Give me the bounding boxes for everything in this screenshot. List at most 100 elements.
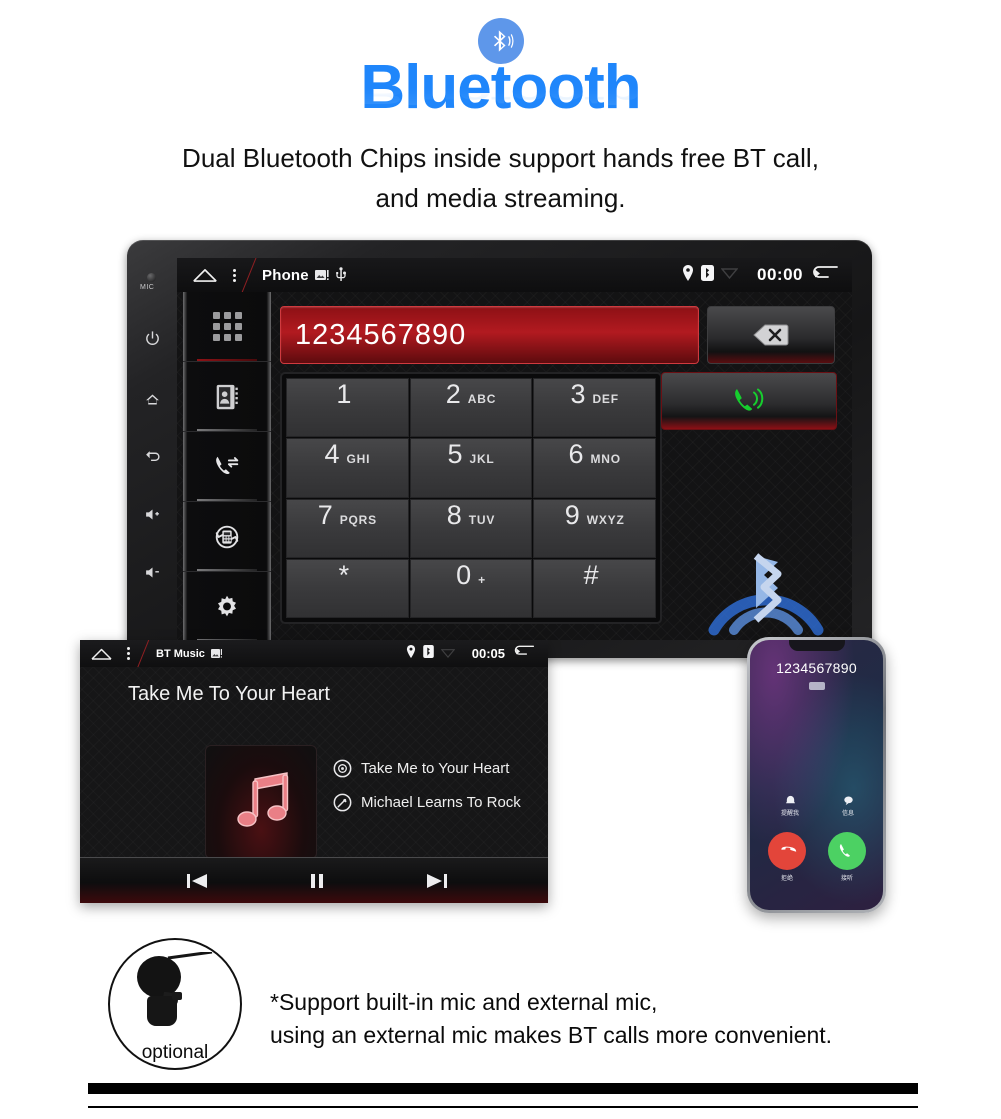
- incoming-caller-number: 1234567890: [776, 660, 857, 676]
- key-digit: 7: [317, 499, 333, 530]
- next-icon: [427, 873, 447, 888]
- title-divider: [134, 640, 154, 671]
- sidebar-item-call-log[interactable]: [183, 432, 271, 502]
- sidebar-item-keypad[interactable]: [183, 292, 271, 362]
- head-unit-screen: Phone 00:00 1234567890 1 2 ABC 3 DEF 4 G…: [177, 258, 852, 640]
- status-app-title: BT Music: [156, 647, 205, 660]
- keypad-key[interactable]: 1: [286, 378, 409, 438]
- key-letters: GHI: [346, 452, 371, 467]
- keypad-key[interactable]: 9 WXYZ: [533, 498, 656, 558]
- decline-call-label: 拒绝: [780, 876, 793, 882]
- key-digit: 6: [568, 439, 584, 470]
- dialer-number-bar: 1234567890: [280, 306, 835, 364]
- status-app-title: Phone: [262, 266, 309, 284]
- keypad-key[interactable]: *: [286, 558, 409, 618]
- call-transfer-icon: [216, 456, 239, 474]
- key-digit: #: [583, 559, 599, 590]
- keypad-key[interactable]: 3 DEF: [533, 378, 656, 438]
- phone-app-body: 1234567890 1 2 ABC 3 DEF 4 GHI 5 JKL 6 M…: [177, 292, 852, 640]
- keypad-key[interactable]: 4 GHI: [286, 438, 409, 498]
- message-option[interactable]: 信息: [828, 795, 868, 817]
- speaker-plus-icon: [145, 509, 159, 519]
- artist-icon: [333, 793, 352, 812]
- footer-note: *Support built-in mic and external mic, …: [270, 986, 832, 1052]
- overflow-menu-button[interactable]: [127, 647, 130, 660]
- status-back-button[interactable]: [512, 644, 536, 663]
- accept-call-button[interactable]: 接听: [828, 832, 866, 882]
- status-back-button[interactable]: [810, 264, 840, 287]
- bt-music-window: BT Music 00:05 Take Me To Your Heart Tak…: [80, 640, 548, 903]
- disc-icon: [333, 759, 352, 778]
- footer-note-line-1: *Support built-in mic and external mic,: [270, 989, 658, 1015]
- gear-icon: [218, 595, 236, 616]
- status-tray: 00:05: [406, 644, 548, 663]
- back-button[interactable]: [140, 445, 164, 469]
- wifi-icon: [440, 645, 456, 663]
- status-home-button[interactable]: [90, 647, 113, 661]
- location-pin-icon: [406, 644, 416, 663]
- home-icon: [193, 269, 217, 282]
- sidebar-item-contacts[interactable]: [183, 362, 271, 432]
- key-digit: 3: [570, 379, 586, 409]
- bluetooth-signal-watermark: [708, 553, 824, 636]
- key-digit: 2: [445, 379, 461, 409]
- remind-me-option[interactable]: 提醒我: [770, 795, 810, 817]
- overflow-menu-button[interactable]: [233, 268, 236, 282]
- album-art: [205, 745, 317, 859]
- image-icon: [314, 269, 329, 281]
- key-letters: +: [478, 572, 486, 587]
- keypad-key[interactable]: 8 TUV: [409, 498, 533, 558]
- caller-subtitle-placeholder: [808, 682, 825, 690]
- play-pause-button[interactable]: [280, 872, 354, 890]
- backspace-button[interactable]: [707, 306, 835, 364]
- message-icon: [843, 795, 854, 806]
- image-icon: [210, 648, 222, 659]
- status-bar: Phone 00:00: [177, 258, 852, 292]
- title-divider: [240, 258, 260, 292]
- volume-up-button[interactable]: [140, 502, 164, 526]
- status-clock: 00:05: [471, 646, 505, 661]
- home-button[interactable]: [140, 387, 164, 411]
- kebab-menu-icon: [127, 647, 130, 650]
- sidebar-item-sync[interactable]: [183, 502, 271, 572]
- sidebar-item-settings[interactable]: [183, 572, 271, 640]
- key-letters: ABC: [467, 392, 497, 406]
- wifi-icon: [720, 266, 739, 284]
- keypad-key[interactable]: 2 ABC: [409, 378, 533, 438]
- status-home-button[interactable]: [191, 267, 219, 283]
- smartphone-mockup: 1234567890 提醒我 信息 拒绝 接听: [747, 637, 886, 913]
- bluetooth-icon: [422, 644, 434, 663]
- keypad-key[interactable]: 6 MNO: [533, 438, 656, 498]
- key-digit: 5: [447, 439, 463, 470]
- dialer-number-display[interactable]: 1234567890: [280, 306, 699, 364]
- next-track-button[interactable]: [400, 872, 474, 890]
- head-unit-bezel: MIC: [127, 240, 177, 658]
- built-in-mic-hole: [147, 273, 156, 282]
- grid-keypad-icon: [212, 312, 242, 341]
- external-microphone-icon: [137, 952, 213, 1026]
- phone-notch: [788, 640, 845, 651]
- status-tray: 00:00: [682, 264, 852, 287]
- artist-row: Michael Learns To Rock: [333, 793, 521, 812]
- accept-call-icon: [839, 844, 850, 857]
- keypad-key[interactable]: 5 JKL: [409, 438, 533, 498]
- call-button[interactable]: [661, 372, 837, 430]
- keypad-key[interactable]: #: [533, 558, 656, 618]
- key-letters: WXYZ: [586, 512, 625, 527]
- footer-thick-rule: [88, 1083, 918, 1094]
- power-button[interactable]: [140, 326, 164, 350]
- keypad-key[interactable]: 7 PQRS: [286, 498, 409, 558]
- speaker-minus-icon: [145, 567, 159, 577]
- mic-label: MIC: [140, 284, 155, 291]
- previous-track-button[interactable]: [160, 872, 234, 890]
- backspace-icon: [753, 324, 789, 346]
- key-letters: JKL: [469, 452, 495, 467]
- page-title: Bluetooth: [360, 53, 641, 122]
- subtitle-line-2: and media streaming.: [375, 183, 626, 213]
- dialer-keypad: 1 2 ABC 3 DEF 4 GHI 5 JKL 6 MNO 7 PQRS 8 TUV 9W…: [280, 372, 662, 624]
- volume-down-button[interactable]: [140, 560, 164, 584]
- keypad-key[interactable]: 0 +: [409, 558, 533, 618]
- decline-call-button[interactable]: 拒绝: [768, 832, 806, 882]
- sync-phonebook-icon: [215, 525, 239, 548]
- accept-call-circle: [828, 832, 866, 870]
